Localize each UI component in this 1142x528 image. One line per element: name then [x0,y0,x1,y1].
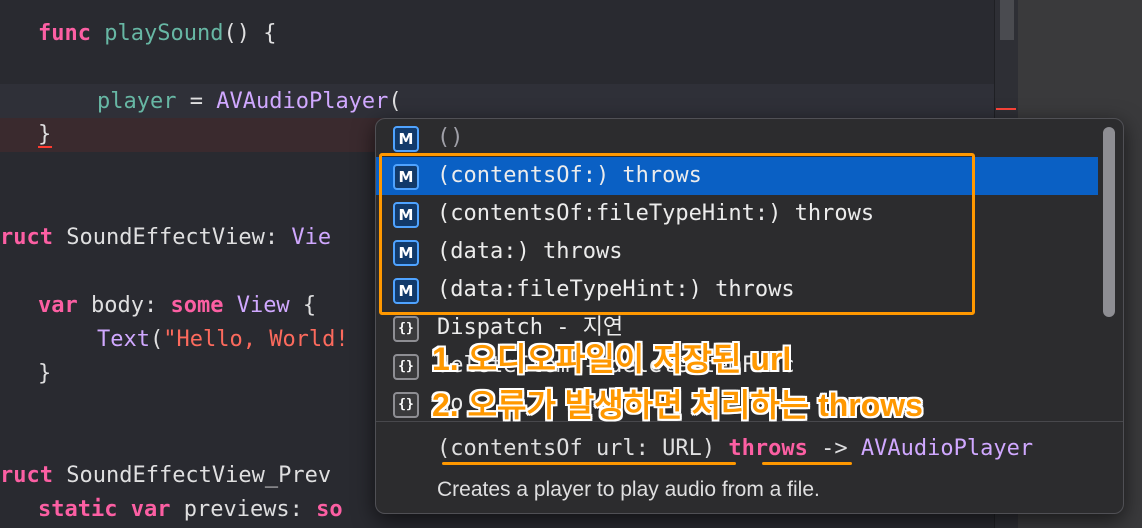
popup-scrollbar[interactable] [1103,127,1115,317]
code-line-1: func playSound() { [38,21,277,46]
snippet-icon: {} [393,354,419,380]
annotation-underline-params [442,462,736,465]
code-line-8: ruct SoundEffectView_Prev [0,463,332,488]
annotation-line-1: 1. 오디오파일이 저장된 url [432,341,792,377]
code-line-9: static var previews: so [38,497,343,522]
method-icon: M [393,126,419,152]
annotation-underline-throws [762,462,852,465]
annotation-highlight-box [379,153,975,315]
code-line-6: Text("Hello, World! [97,327,349,352]
annotation-line-2: 2. 오류가 발생하면 처리하는 throws [432,387,923,423]
code-line-4: ruct SoundEffectView: Vie [0,225,332,250]
completion-item[interactable]: M () [376,119,1098,157]
code-line-7: } [38,361,52,386]
snippet-icon: {} [393,392,419,418]
minimap-scroll-thumb[interactable] [1000,0,1014,40]
code-line-2: player = AVAudioPlayer( [97,89,402,114]
minimap-error-marker [996,108,1016,110]
signature-description: Creates a player to play audio from a fi… [437,478,820,501]
code-line-5: var body: some View { [38,293,317,318]
snippet-icon: {} [393,316,419,342]
error-underline [38,146,52,148]
